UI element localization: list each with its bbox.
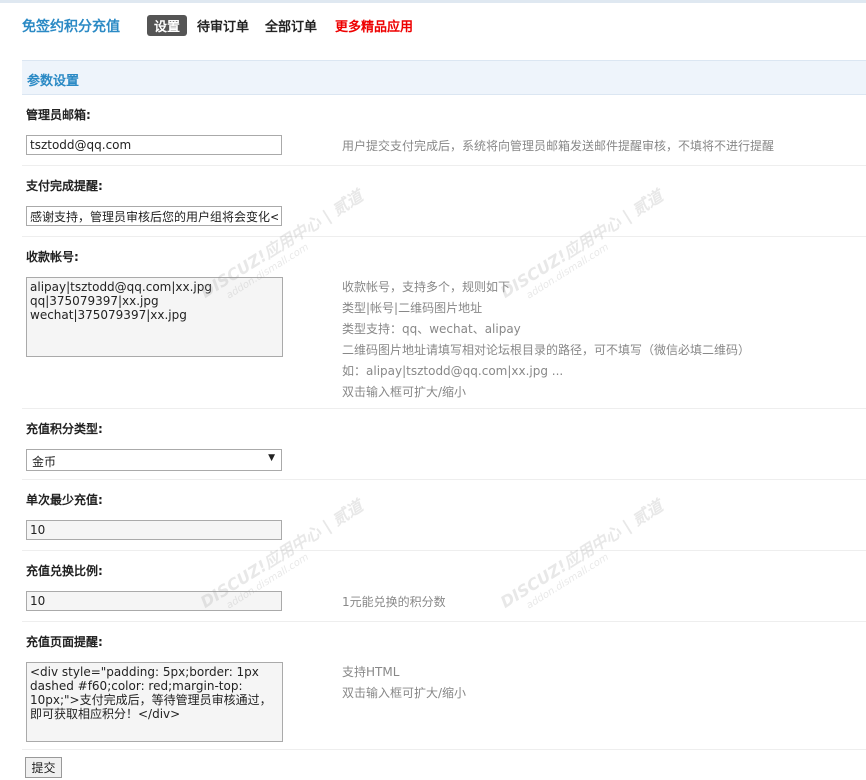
accounts-tip-line: 类型支持：qq、wechat、alipay [342,322,521,336]
divider [22,550,866,551]
divider [22,621,866,622]
page-notice-tips: 支持HTML 双击输入框可扩大/缩小 [342,662,466,704]
admin-email-tip: 用户提交支付完成后，系统将向管理员邮箱发送邮件提醒审核，不填将不进行提醒 [342,139,775,153]
ratio-input[interactable] [26,591,282,611]
app-title: 免签约积分充值 [22,19,120,35]
top-bar: 免签约积分充值 设置 待审订单 全部订单 更多精品应用 [0,0,866,50]
pay-notice-label: 支付完成提醒: [26,179,103,193]
submit-button[interactable]: 提交 [25,757,62,778]
ratio-tip: 1元能兑换的积分数 [342,595,446,609]
divider [22,165,866,166]
divider [22,236,866,237]
watermark-domain: addon.dismall.com [524,551,611,612]
divider [22,408,866,409]
tab-settings[interactable]: 设置 [147,15,188,36]
divider [22,749,866,750]
min-amount-label: 单次最少充值: [26,493,103,507]
tab-all-orders[interactable]: 全部订单 [265,16,317,35]
accounts-tip-line: 如：alipay|tsztodd@qq.com|xx.jpg ... [342,364,564,378]
tab-more-apps[interactable]: 更多精品应用 [335,16,413,35]
accounts-tip-line: 类型|帐号|二维码图片地址 [342,301,483,315]
credit-type-select[interactable]: 金币 ▼ [26,449,282,471]
credit-type-value: 金币 [32,455,57,469]
admin-email-label: 管理员邮箱: [26,108,91,122]
page-notice-tip-line: 支持HTML [342,665,400,679]
accounts-tip-line: 收款帐号，支持多个，规则如下 [342,280,511,294]
page-notice-textarea[interactable]: <div style="padding: 5px;border: 1px das… [26,662,283,742]
divider [22,479,866,480]
accounts-tips: 收款帐号，支持多个，规则如下 类型|帐号|二维码图片地址 类型支持：qq、wec… [342,277,750,403]
watermark: DISCUZ!应用中心 | 贰道 addon.dismall.com [495,493,672,622]
page-notice-tip-line: 双击输入框可扩大/缩小 [342,686,467,700]
pay-notice-input[interactable] [26,206,282,226]
accounts-label: 收款帐号: [26,250,79,264]
watermark-brand: DISCUZ!应用中心 | 贰道 [497,496,667,612]
accounts-textarea[interactable]: alipay|tsztodd@qq.com|xx.jpg qq|37507939… [26,277,283,357]
accounts-tip-line: 二维码图片地址请填写相对论坛根目录的路径，可不填写（微信必填二维码） [342,343,751,357]
dropdown-arrow-icon: ▼ [268,453,275,463]
section-header: 参数设置 [22,60,866,95]
page-notice-label: 充值页面提醒: [26,635,103,649]
credit-type-label: 充值积分类型: [26,422,103,436]
admin-email-input[interactable] [26,135,282,155]
tab-pending-orders[interactable]: 待审订单 [197,16,249,35]
ratio-label: 充值兑换比例: [26,564,103,578]
accounts-tip-line: 双击输入框可扩大/缩小 [342,385,467,399]
section-title: 参数设置 [27,74,80,89]
min-amount-input[interactable] [26,520,282,540]
